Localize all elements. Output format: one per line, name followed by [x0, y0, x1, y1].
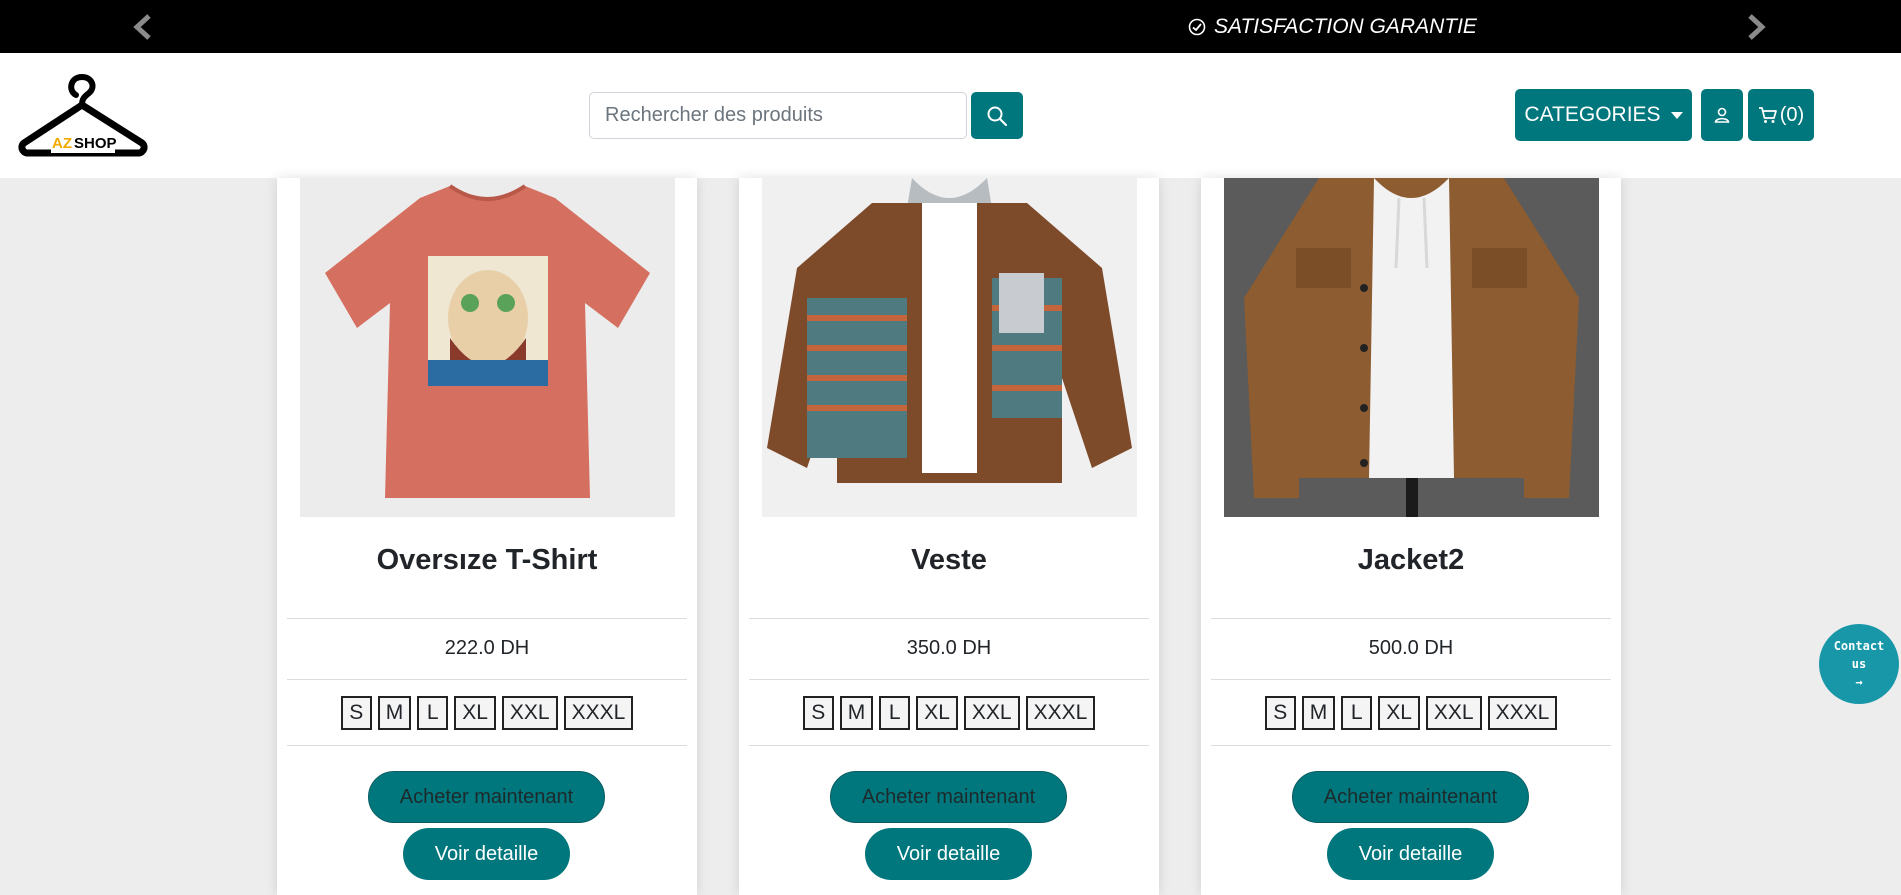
- arrow-right-icon: →: [1855, 675, 1863, 689]
- product-title[interactable]: Veste: [739, 544, 1159, 577]
- account-button[interactable]: [1701, 89, 1743, 141]
- chevron-left-icon: [133, 14, 151, 40]
- categories-label: CATEGORIES: [1524, 103, 1661, 126]
- size-option-l[interactable]: L: [1341, 696, 1373, 730]
- size-option-xxl[interactable]: XXL: [501, 696, 558, 730]
- chevron-right-icon: [1748, 14, 1766, 40]
- size-option-xxl[interactable]: XXL: [963, 696, 1020, 730]
- categories-dropdown-button[interactable]: CATEGORIES: [1515, 89, 1692, 141]
- cart-count: (0): [1779, 103, 1805, 126]
- promo-message: SATISFACTION GARANTIE: [1188, 0, 1477, 53]
- cart-button[interactable]: (0): [1748, 89, 1814, 141]
- divider: [749, 618, 1149, 619]
- announcement-bar: SATISFACTION GARANTIE: [0, 0, 1901, 53]
- view-details-button[interactable]: Voir detaille: [403, 828, 570, 880]
- size-option-m[interactable]: M: [1301, 696, 1336, 730]
- size-option-l[interactable]: L: [417, 696, 449, 730]
- size-option-m[interactable]: M: [839, 696, 874, 730]
- view-details-button[interactable]: Voir detaille: [865, 828, 1032, 880]
- product-card: Jacket2 500.0 DH S M L XL XXL XXXL Achet…: [1201, 178, 1621, 895]
- svg-text:AZ: AZ: [52, 135, 72, 152]
- divider: [1211, 679, 1611, 680]
- product-card: Veste 350.0 DH S M L XL XXL XXXL Acheter…: [739, 178, 1159, 895]
- divider: [1211, 745, 1611, 746]
- product-image[interactable]: [762, 178, 1137, 517]
- divider: [1211, 618, 1611, 619]
- product-price: 500.0 DH: [1368, 637, 1454, 659]
- buy-now-button[interactable]: Acheter maintenant: [830, 771, 1067, 823]
- cart-icon: [1758, 107, 1777, 123]
- size-option-xl[interactable]: XL: [454, 696, 496, 730]
- buy-now-button[interactable]: Acheter maintenant: [1292, 771, 1529, 823]
- view-details-button[interactable]: Voir detaille: [1327, 828, 1494, 880]
- divider: [287, 745, 687, 746]
- size-option-s[interactable]: S: [1264, 696, 1296, 730]
- size-options: S M L XL XXL XXXL: [277, 696, 697, 730]
- product-image[interactable]: [300, 178, 675, 517]
- size-option-s[interactable]: S: [802, 696, 834, 730]
- search-input[interactable]: [589, 92, 967, 139]
- contact-label: Contact: [1833, 639, 1885, 653]
- contact-label-us: us: [1851, 657, 1867, 671]
- size-option-s[interactable]: S: [340, 696, 372, 730]
- size-option-l[interactable]: L: [879, 696, 911, 730]
- product-card: Oversıze T-Shirt 222.0 DH S M L XL XXL X…: [277, 178, 697, 895]
- contact-us-button[interactable]: Contact us →: [1819, 624, 1899, 704]
- product-image[interactable]: [1224, 178, 1599, 517]
- size-option-xxxl[interactable]: XXXL: [563, 696, 634, 730]
- carousel-next-button[interactable]: [1743, 13, 1769, 41]
- carousel-prev-button[interactable]: [130, 13, 156, 41]
- product-price: 222.0 DH: [444, 637, 530, 659]
- user-icon: [1714, 107, 1730, 123]
- caret-down-icon: [1670, 111, 1683, 119]
- svg-text:SHOP: SHOP: [74, 135, 117, 152]
- size-option-xl[interactable]: XL: [1378, 696, 1420, 730]
- buy-now-button[interactable]: Acheter maintenant: [368, 771, 605, 823]
- divider: [287, 618, 687, 619]
- product-title[interactable]: Jacket2: [1201, 544, 1621, 577]
- check-circle-icon: [1188, 18, 1206, 35]
- brand-logo[interactable]: AZ SHOP: [18, 71, 148, 163]
- size-option-xxl[interactable]: XXL: [1425, 696, 1482, 730]
- search-button[interactable]: [971, 92, 1023, 139]
- divider: [749, 679, 1149, 680]
- size-options: S M L XL XXL XXXL: [1201, 696, 1621, 730]
- size-option-xl[interactable]: XL: [916, 696, 958, 730]
- site-header: AZ SHOP CATEGORIES (0): [0, 53, 1901, 178]
- promo-text: SATISFACTION GARANTIE: [1214, 14, 1477, 38]
- search-icon: [987, 106, 1008, 126]
- divider: [287, 679, 687, 680]
- divider: [749, 745, 1149, 746]
- product-title[interactable]: Oversıze T-Shirt: [277, 544, 697, 577]
- size-option-xxxl[interactable]: XXXL: [1025, 696, 1096, 730]
- product-price: 350.0 DH: [906, 637, 992, 659]
- size-option-xxxl[interactable]: XXXL: [1487, 696, 1558, 730]
- size-options: S M L XL XXL XXXL: [739, 696, 1159, 730]
- size-option-m[interactable]: M: [377, 696, 412, 730]
